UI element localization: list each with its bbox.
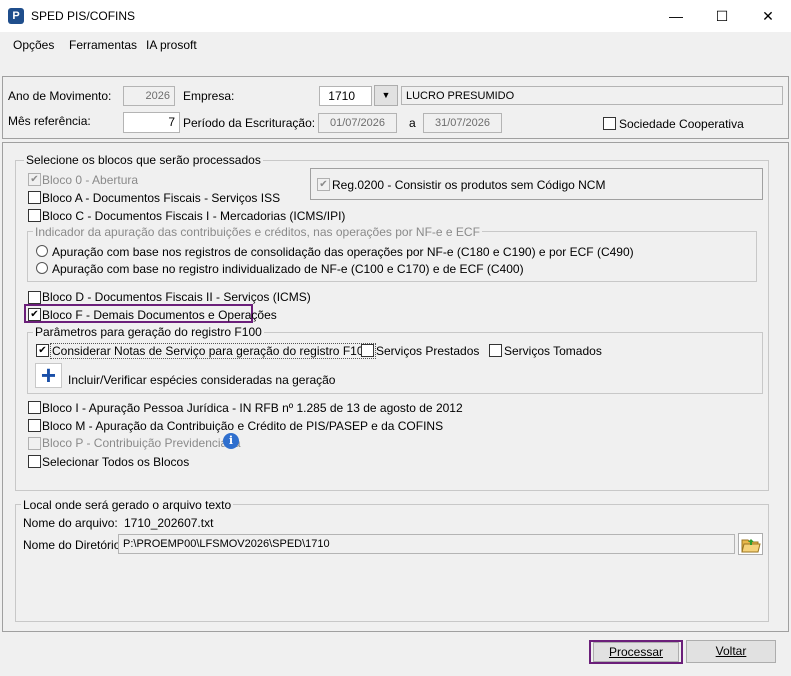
processar-button[interactable]: Processar xyxy=(593,642,679,662)
plus-icon: + xyxy=(40,360,57,390)
voltar-button[interactable]: Voltar xyxy=(686,640,776,663)
nome-arquivo-value: 1710_202607.txt xyxy=(124,516,214,530)
processar-label: Processar xyxy=(608,645,664,659)
chevron-down-icon: ▼ xyxy=(381,90,391,100)
cooperativa-checkbox[interactable] xyxy=(603,117,616,130)
select-folder-button[interactable] xyxy=(738,533,763,555)
nome-diretorio-label: Nome do Diretório: xyxy=(23,538,124,552)
todos-label: Selecionar Todos os Blocos xyxy=(42,455,190,469)
apuracao-individualizado-label: Apuração com base no registro individual… xyxy=(52,262,524,276)
blocoC-label: Bloco C - Documentos Fiscais I - Mercado… xyxy=(42,209,346,223)
periodo-inicio-field: 01/07/2026 xyxy=(318,113,397,133)
blocoA-label: Bloco A - Documentos Fiscais - Serviços … xyxy=(42,191,281,205)
minimize-icon[interactable]: — xyxy=(653,0,699,32)
apuracao-consolidacao-radio[interactable] xyxy=(36,245,48,257)
blocoD-checkbox[interactable] xyxy=(28,291,41,304)
servicos-prestados-label: Serviços Prestados xyxy=(376,344,480,358)
servicos-tomados-label: Serviços Tomados xyxy=(504,344,602,358)
blocoC-checkbox[interactable] xyxy=(28,209,41,222)
arquivo-legend: Local onde será gerado o arquivo texto xyxy=(21,498,234,512)
servicos-prestados-checkbox[interactable] xyxy=(361,344,374,357)
periodo-a-label: a xyxy=(409,116,416,130)
empresa-label: Empresa: xyxy=(183,89,235,103)
menu-opcoes[interactable]: Opções xyxy=(13,38,54,52)
incluir-especies-button[interactable]: + xyxy=(35,360,62,390)
ano-label: Ano de Movimento: xyxy=(8,89,112,103)
blocoI-label: Bloco I - Apuração Pessoa Jurídica - IN … xyxy=(42,401,463,415)
cooperativa-label: Sociedade Cooperativa xyxy=(619,117,744,131)
blocoF-checkbox[interactable]: ✔ xyxy=(28,308,41,321)
menu-ia-prosoft[interactable]: IA prosoft xyxy=(146,38,197,52)
blocoF-label: Bloco F - Demais Documentos e Operações xyxy=(42,308,277,322)
indicador-legend: Indicador da apuração das contribuições … xyxy=(33,225,482,239)
bloco0-label: Bloco 0 - Abertura xyxy=(42,173,139,187)
apuracao-consolidacao-label: Apuração com base nos registros de conso… xyxy=(52,245,634,259)
empresa-name-field: LUCRO PRESUMIDO xyxy=(401,86,783,105)
checkmark-icon: ✔ xyxy=(319,179,328,190)
diretorio-field[interactable]: P:\PROEMP00\LFSMOV2026\SPED\1710 xyxy=(118,534,735,554)
servicos-tomados-checkbox[interactable] xyxy=(489,344,502,357)
reg0200-checkbox: ✔ xyxy=(317,178,330,191)
blocoP-checkbox xyxy=(28,437,41,450)
blocoM-checkbox[interactable] xyxy=(28,419,41,432)
app-logo-icon: P xyxy=(8,8,24,24)
blocoP-label: Bloco P - Contribuição Previdenciária xyxy=(42,436,241,450)
todos-checkbox[interactable] xyxy=(28,455,41,468)
checkmark-icon: ✔ xyxy=(30,309,39,320)
apuracao-individualizado-radio[interactable] xyxy=(36,262,48,274)
mes-field[interactable]: 7 xyxy=(123,112,180,133)
blocoA-checkbox[interactable] xyxy=(28,191,41,204)
maximize-icon[interactable]: ☐ xyxy=(699,0,745,32)
checkmark-icon: ✔ xyxy=(38,345,47,356)
window-title: SPED PIS/COFINS xyxy=(31,9,136,23)
info-icon[interactable]: i xyxy=(223,433,239,449)
f100-notas-checkbox[interactable]: ✔ xyxy=(36,344,49,357)
empresa-field[interactable]: 1710 xyxy=(319,86,372,106)
blocoI-checkbox[interactable] xyxy=(28,401,41,414)
checkmark-icon: ✔ xyxy=(30,174,39,185)
reg0200-label: Reg.0200 - Consistir os produtos sem Cód… xyxy=(332,178,606,192)
f100-notas-label: Considerar Notas de Serviço para geração… xyxy=(50,343,376,359)
blocos-legend: Selecione os blocos que serão processado… xyxy=(24,153,263,167)
nome-arquivo-label: Nome do arquivo: xyxy=(23,516,118,530)
menu-ferramentas[interactable]: Ferramentas xyxy=(69,38,137,52)
blocoD-label: Bloco D - Documentos Fiscais II - Serviç… xyxy=(42,290,311,304)
bloco0-checkbox: ✔ xyxy=(28,173,41,186)
ano-field: 2026 xyxy=(123,86,175,106)
voltar-label: Voltar xyxy=(715,644,747,658)
blocoM-label: Bloco M - Apuração da Contribuição e Cré… xyxy=(42,419,444,433)
incluir-especies-label: Incluir/Verificar espécies consideradas … xyxy=(68,373,336,387)
mes-label: Mês referência: xyxy=(8,114,91,128)
periodo-fim-field: 31/07/2026 xyxy=(423,113,502,133)
periodo-label: Período da Escrituração: xyxy=(183,116,316,130)
folder-open-icon xyxy=(740,539,761,553)
close-icon[interactable]: ✕ xyxy=(745,0,791,32)
f100-legend: Parâmetros para geração do registro F100 xyxy=(33,325,264,339)
empresa-dropdown-button[interactable]: ▼ xyxy=(374,85,398,106)
